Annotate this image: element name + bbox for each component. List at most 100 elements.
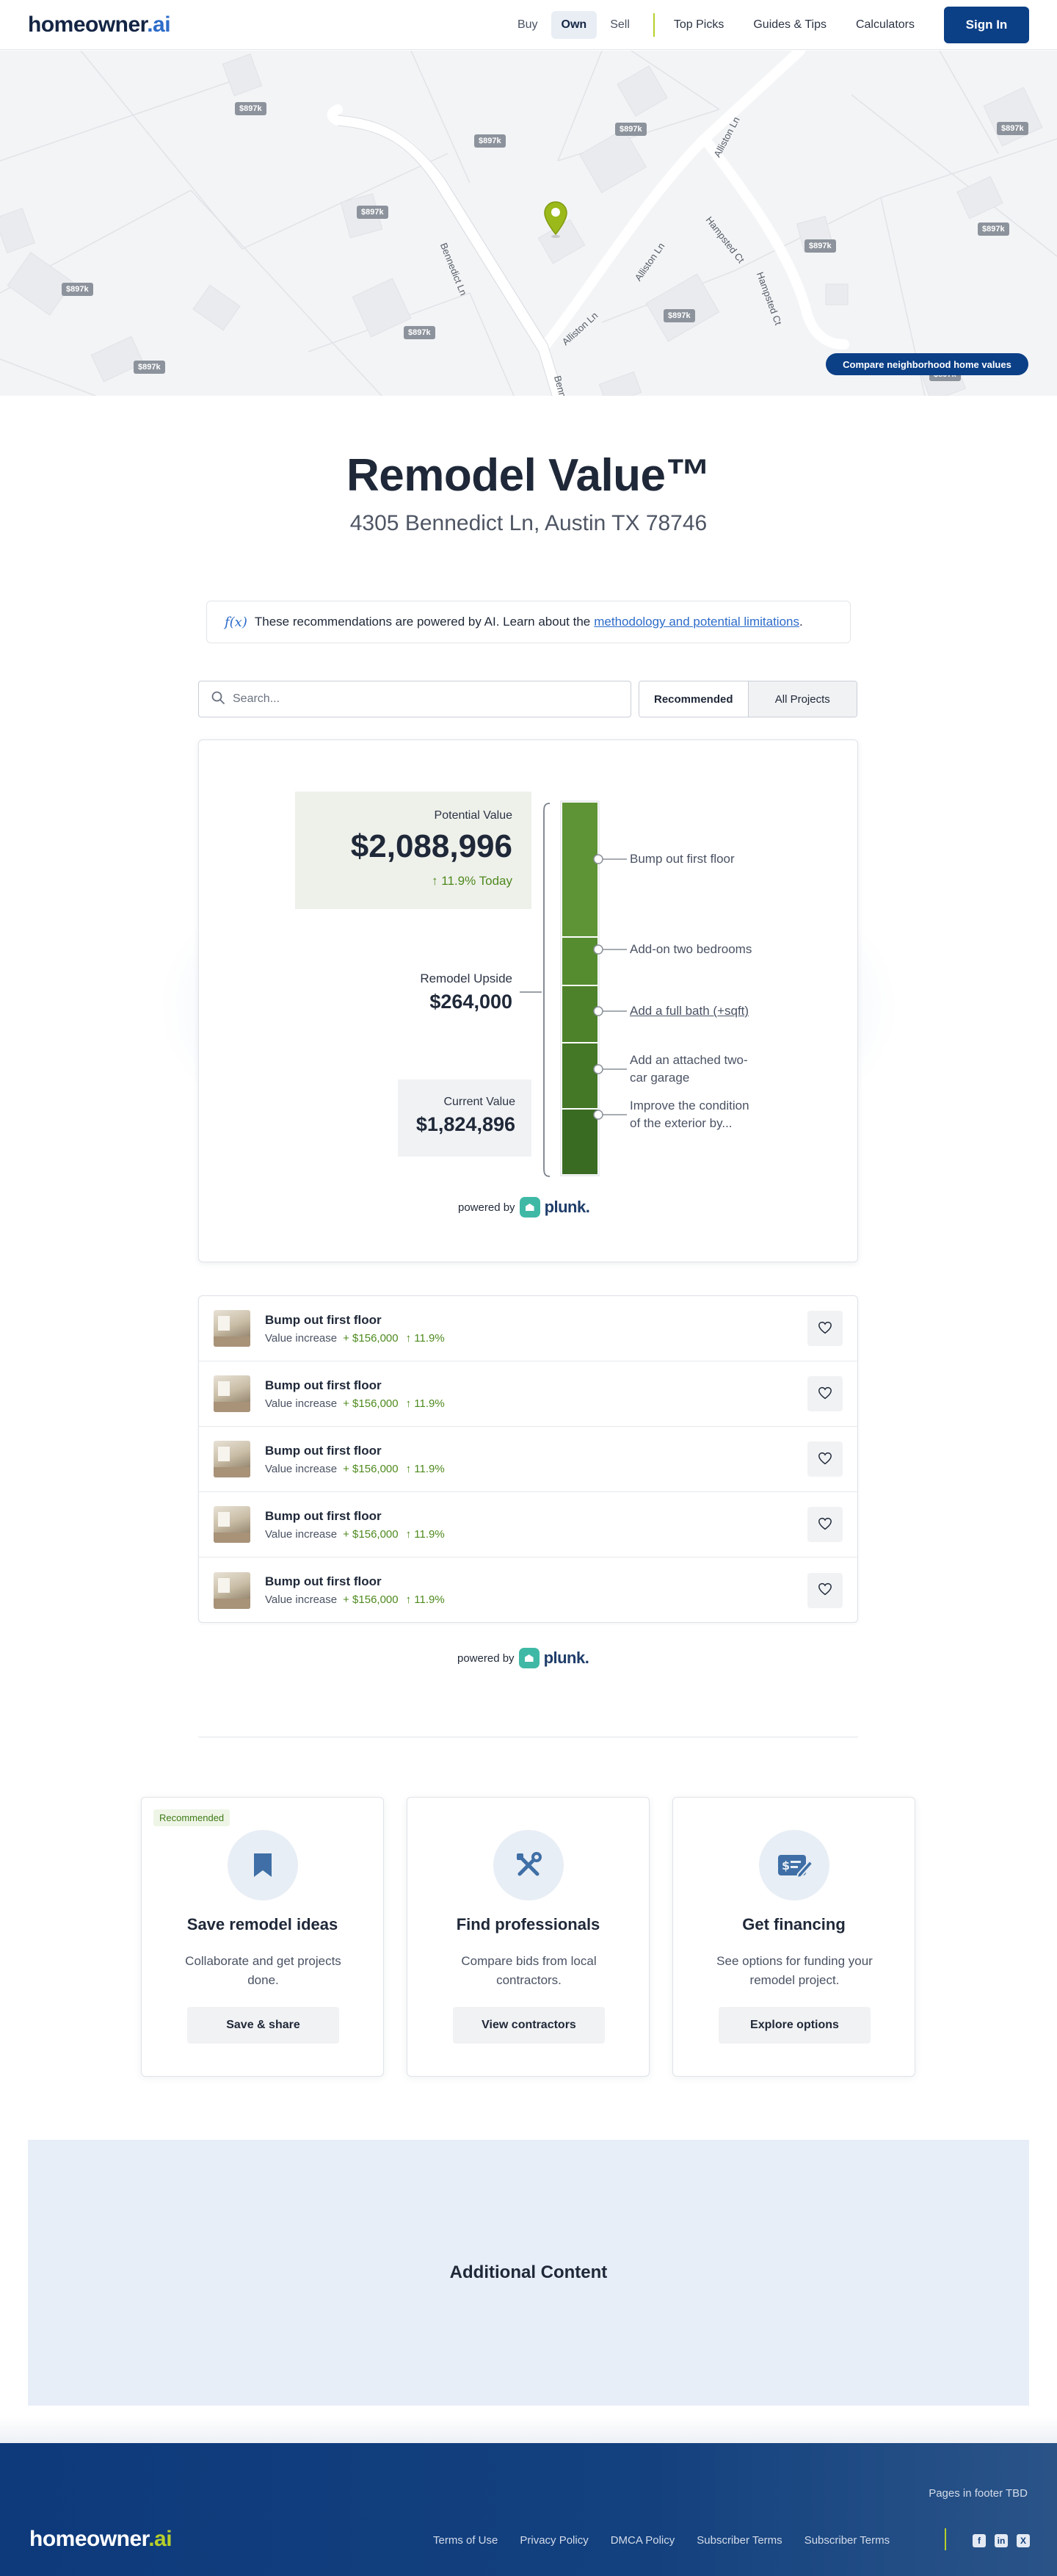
- favorite-button[interactable]: [807, 1441, 843, 1477]
- map-price-marker[interactable]: $897k: [134, 361, 165, 374]
- feature-title: Save remodel ideas: [186, 1915, 338, 1933]
- footer-link-terms[interactable]: Terms of Use: [433, 2534, 498, 2547]
- save-share-button[interactable]: Save & share: [187, 2007, 339, 2044]
- plunk-logo-icon: [518, 1648, 540, 1668]
- project-title[interactable]: Bump out first floor: [265, 1574, 445, 1589]
- map-price-marker[interactable]: $897k: [664, 309, 695, 322]
- remodel-upside-label: Remodel Upside: [420, 972, 512, 985]
- search-input[interactable]: [233, 692, 614, 706]
- powered-by-plunk: powered by plunk.: [457, 1648, 589, 1668]
- bar-project-label[interactable]: Add-on two bedrooms: [630, 941, 762, 958]
- map-price-marker[interactable]: $897k: [62, 283, 93, 296]
- feature-title: Find professionals: [456, 1915, 600, 1933]
- project-title[interactable]: Bump out first floor: [265, 1444, 445, 1458]
- tab-recommended[interactable]: Recommended: [639, 681, 748, 717]
- bar-project-label[interactable]: Improve the condition of the exterior by…: [630, 1097, 762, 1132]
- map-price-marker[interactable]: $897k: [474, 134, 506, 148]
- page-title: Remodel Value™: [346, 450, 711, 501]
- map-price-marker[interactable]: $897k: [615, 123, 647, 136]
- map-canvas: [0, 51, 1057, 396]
- compare-neighborhood-button[interactable]: Compare neighborhood home values: [826, 353, 1028, 375]
- potential-value-change: ↑ 11.9% Today: [432, 874, 512, 888]
- heart-icon: [818, 1517, 832, 1533]
- linkedin-icon[interactable]: in: [995, 2534, 1008, 2547]
- project-info: Bump out first floor Value increase + $15…: [265, 1378, 445, 1410]
- list-item[interactable]: Bump out first floor Value increase + $15…: [199, 1557, 857, 1623]
- heart-icon: [818, 1321, 832, 1336]
- remodel-value-card: Potential Value $2,088,996 ↑ 11.9% Today…: [198, 739, 858, 1262]
- bar-project-label[interactable]: Add a full bath (+sqft): [630, 1002, 762, 1020]
- favorite-button[interactable]: [807, 1376, 843, 1411]
- ai-disclaimer: f(x) These recommendations are powered b…: [206, 601, 851, 643]
- project-info: Bump out first floor Value increase + $15…: [265, 1574, 445, 1606]
- footer-link-subscriber-terms[interactable]: Subscriber Terms: [697, 2534, 782, 2547]
- project-title[interactable]: Bump out first floor: [265, 1313, 445, 1328]
- feature-description: See options for funding your remodel pro…: [716, 1954, 873, 1987]
- favorite-button[interactable]: [807, 1507, 843, 1542]
- project-title[interactable]: Bump out first floor: [265, 1378, 445, 1393]
- list-item[interactable]: Bump out first floor Value increase + $15…: [199, 1492, 857, 1557]
- remodel-upside-amount: $264,000: [429, 991, 512, 1013]
- nav-guides-tips[interactable]: Guides & Tips: [753, 18, 827, 32]
- facebook-icon[interactable]: f: [973, 2534, 986, 2547]
- map-price-marker[interactable]: $897k: [235, 102, 266, 115]
- nav-sell[interactable]: Sell: [600, 11, 640, 39]
- heart-icon: [818, 1452, 832, 1467]
- view-contractors-button[interactable]: View contractors: [453, 2007, 605, 2044]
- current-value-label: Current Value: [443, 1096, 515, 1108]
- nav-calculators[interactable]: Calculators: [856, 18, 915, 32]
- map-price-marker[interactable]: $897k: [404, 326, 435, 339]
- footer-link-dmca[interactable]: DMCA Policy: [611, 2534, 675, 2547]
- powered-by-plunk: powered by plunk.: [458, 1197, 590, 1218]
- bar-project-label[interactable]: Bump out first floor: [630, 850, 762, 868]
- footer-divider: [945, 2528, 946, 2550]
- view-toggle: Recommended All Projects: [639, 681, 857, 717]
- nav-divider: [653, 12, 655, 37]
- feature-description: Compare bids from local contractors.: [461, 1954, 597, 1987]
- footer-link-subscriber-terms[interactable]: Subscriber Terms: [804, 2534, 890, 2547]
- plunk-logo-icon: [519, 1197, 540, 1218]
- footer-link-privacy[interactable]: Privacy Policy: [520, 2534, 588, 2547]
- project-thumbnail: [214, 1506, 250, 1543]
- bar-project-label[interactable]: Add an attached two-car garage: [630, 1052, 762, 1087]
- favorite-button[interactable]: [807, 1311, 843, 1346]
- project-info: Bump out first floor Value increase + $15…: [265, 1444, 445, 1475]
- methodology-link[interactable]: methodology and potential limitations: [594, 615, 799, 629]
- property-map[interactable]: $897k $897k $897k $897k $897k $897k $897…: [0, 51, 1057, 396]
- map-price-marker[interactable]: $897k: [804, 239, 836, 253]
- project-thumbnail: [214, 1375, 250, 1412]
- nav-top-picks[interactable]: Top Picks: [674, 18, 724, 32]
- tab-all-projects[interactable]: All Projects: [747, 681, 857, 717]
- plunk-brand: plunk.: [544, 1198, 590, 1216]
- sign-in-button[interactable]: Sign In: [944, 6, 1029, 43]
- project-meta: Value increase + $156,000 ↑ 11.9%: [265, 1462, 445, 1475]
- additional-content: Additional Content: [28, 2140, 1029, 2406]
- potential-value-amount: $2,088,996: [350, 828, 512, 864]
- current-value-box: Current Value $1,824,896: [398, 1079, 531, 1157]
- nav-buy[interactable]: Buy: [507, 11, 548, 39]
- project-search: [198, 681, 631, 717]
- map-price-marker[interactable]: $897k: [978, 222, 1009, 236]
- x-icon[interactable]: X: [1017, 2534, 1030, 2547]
- footer-logo[interactable]: homeowner.ai: [29, 2527, 172, 2552]
- project-meta: Value increase + $156,000 ↑ 11.9%: [265, 1331, 445, 1345]
- feature-card-save: Recommended Save remodel ideas Collabora…: [141, 1797, 384, 2077]
- bookmark-icon: [228, 1830, 298, 1900]
- project-thumbnail: [214, 1571, 250, 1609]
- list-item[interactable]: Bump out first floor Value increase + $15…: [199, 1361, 857, 1427]
- search-icon: [211, 690, 225, 709]
- recommended-badge: Recommended: [153, 1809, 230, 1826]
- list-item[interactable]: Bump out first floor Value increase + $15…: [199, 1427, 857, 1492]
- site-logo[interactable]: homeowner.ai: [28, 12, 171, 37]
- project-title[interactable]: Bump out first floor: [265, 1509, 445, 1524]
- list-item[interactable]: Bump out first floor Value increase + $15…: [199, 1296, 857, 1361]
- map-price-marker[interactable]: $897k: [997, 122, 1028, 135]
- potential-value-box: Potential Value $2,088,996 ↑ 11.9% Today: [295, 792, 531, 909]
- plunk-brand: plunk.: [543, 1649, 589, 1667]
- nav-own[interactable]: Own: [551, 10, 597, 39]
- explore-options-button[interactable]: Explore options: [719, 2007, 871, 2044]
- formula-icon: f(x): [225, 614, 247, 630]
- map-price-marker[interactable]: $897k: [357, 206, 388, 219]
- favorite-button[interactable]: [807, 1572, 843, 1608]
- project-meta: Value increase + $156,000 ↑ 11.9%: [265, 1593, 445, 1606]
